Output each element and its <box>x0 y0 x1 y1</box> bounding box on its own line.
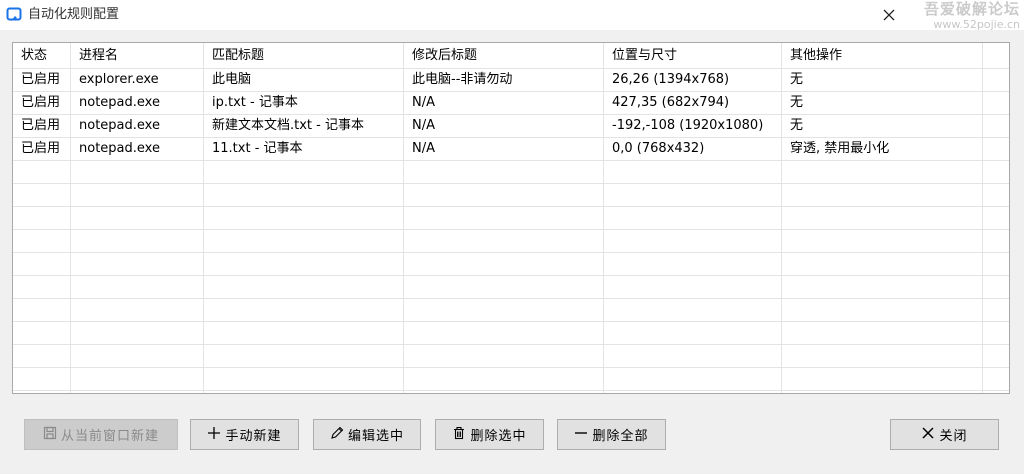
window-close-button[interactable] <box>876 2 902 28</box>
column-header-process[interactable]: 进程名 <box>71 43 204 68</box>
cell-new-title: N/A <box>412 118 435 133</box>
cell-process: explorer.exe <box>79 72 159 87</box>
watermark-sub: www.52pojie.cn <box>933 18 1020 31</box>
cell-new-title: N/A <box>412 141 435 156</box>
rules-table[interactable]: 状态 进程名 匹配标题 修改后标题 位置与尺寸 其他操作 已启用 explore… <box>13 43 982 160</box>
delete-selected-label: 删除选中 <box>470 429 527 444</box>
cell-match-title: 11.txt - 记事本 <box>212 141 303 156</box>
table-row[interactable]: 已启用 notepad.exe 新建文本文档.txt - 记事本 N/A -19… <box>13 114 982 137</box>
close-button[interactable]: 关闭 <box>890 419 999 450</box>
title-bar: 自动化规则配置 吾爱破解论坛 www.52pojie.cn <box>0 0 1024 32</box>
delete-all-label: 删除全部 <box>592 429 649 444</box>
new-from-window-button[interactable]: 从当前窗口新建 <box>24 419 178 450</box>
watermark: 吾爱破解论坛 www.52pojie.cn <box>924 2 1020 32</box>
cell-match-title: 新建文本文档.txt - 记事本 <box>212 118 364 133</box>
rules-list[interactable]: 状态 进程名 匹配标题 修改后标题 位置与尺寸 其他操作 已启用 explore… <box>12 42 1010 394</box>
cell-position-size: 0,0 (768x432) <box>612 141 705 156</box>
manual-new-label: 手动新建 <box>225 429 282 444</box>
cell-status: 已启用 <box>21 72 61 87</box>
table-header-row: 状态 进程名 匹配标题 修改后标题 位置与尺寸 其他操作 <box>13 43 982 68</box>
close-label: 关闭 <box>939 429 968 444</box>
cell-position-size: 26,26 (1394x768) <box>612 72 730 87</box>
column-header-other-actions[interactable]: 其他操作 <box>782 43 982 68</box>
cell-match-title: ip.txt - 记事本 <box>212 95 298 110</box>
cell-status: 已启用 <box>21 118 61 133</box>
cell-position-size: -192,-108 (1920x1080) <box>612 118 764 133</box>
table-row[interactable]: 已启用 notepad.exe 11.txt - 记事本 N/A 0,0 (76… <box>13 137 982 160</box>
plus-icon <box>207 426 221 444</box>
save-disk-icon <box>43 426 57 444</box>
delete-all-button[interactable]: 删除全部 <box>557 419 666 450</box>
cell-status: 已启用 <box>21 141 61 156</box>
cell-status: 已启用 <box>21 95 61 110</box>
x-icon <box>921 426 935 444</box>
watermark-main: 吾爱破解论坛 <box>923 0 1020 18</box>
cell-new-title: N/A <box>412 95 435 110</box>
column-header-status[interactable]: 状态 <box>13 43 71 68</box>
table-row[interactable]: 已启用 notepad.exe ip.txt - 记事本 N/A 427,35 … <box>13 91 982 114</box>
pencil-icon <box>330 426 344 444</box>
delete-selected-button[interactable]: 删除选中 <box>435 419 544 450</box>
cell-other-actions: 穿透, 禁用最小化 <box>790 141 890 156</box>
cell-other-actions: 无 <box>790 95 804 110</box>
cell-match-title: 此电脑 <box>212 72 252 87</box>
cell-other-actions: 无 <box>790 118 804 133</box>
minus-icon <box>574 426 588 444</box>
cell-process: notepad.exe <box>79 118 160 133</box>
column-header-match-title[interactable]: 匹配标题 <box>204 43 404 68</box>
column-header-new-title[interactable]: 修改后标题 <box>404 43 604 68</box>
cell-process: notepad.exe <box>79 141 160 156</box>
cell-process: notepad.exe <box>79 95 160 110</box>
window-edit-icon <box>6 7 22 23</box>
manual-new-button[interactable]: 手动新建 <box>190 419 299 450</box>
cell-other-actions: 无 <box>790 72 804 87</box>
edit-selected-button[interactable]: 编辑选中 <box>313 419 421 450</box>
column-header-position-size[interactable]: 位置与尺寸 <box>604 43 782 68</box>
new-from-window-label: 从当前窗口新建 <box>60 429 159 444</box>
cell-new-title: 此电脑--非请勿动 <box>412 72 513 87</box>
edit-selected-label: 编辑选中 <box>347 429 404 444</box>
cell-position-size: 427,35 (682x794) <box>612 95 730 110</box>
window-title: 自动化规则配置 <box>28 7 120 22</box>
table-row[interactable]: 已启用 explorer.exe 此电脑 此电脑--非请勿动 26,26 (13… <box>13 68 982 91</box>
trash-icon <box>452 426 466 444</box>
